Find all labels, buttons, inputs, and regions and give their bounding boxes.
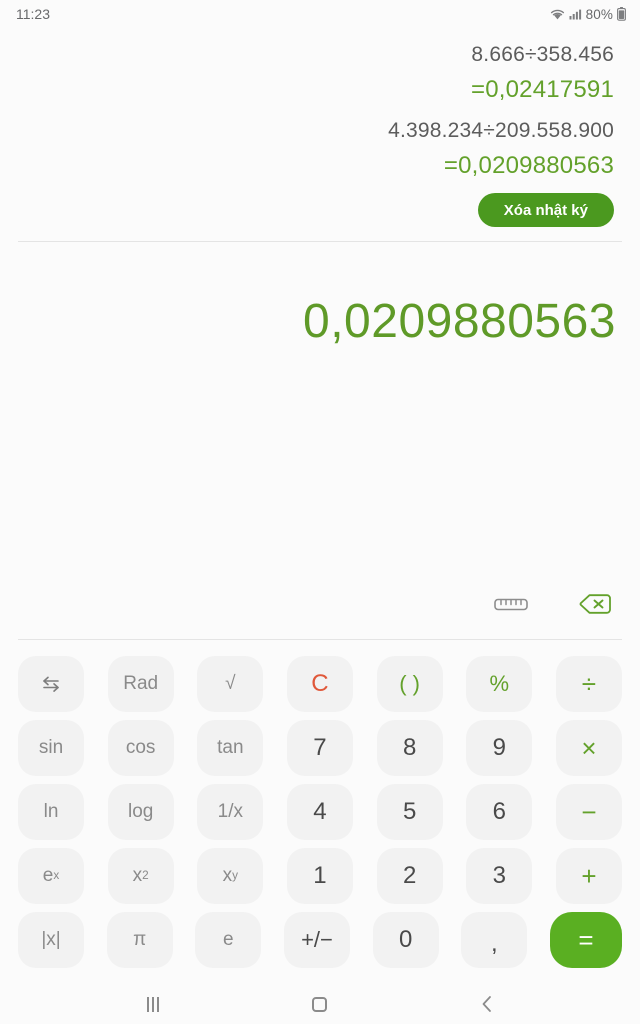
backspace-icon (579, 594, 611, 614)
six-key[interactable]: 6 (466, 784, 533, 840)
sqrt-key[interactable]: √ (197, 656, 264, 712)
decimal-comma-key[interactable]: , (461, 912, 528, 968)
history-entry[interactable]: 4.398.234÷209.558.900 =0,0209880563 (26, 114, 614, 184)
keypad-row: ln log 1/x 4 5 6 − (18, 784, 622, 840)
history-entry[interactable]: 8.666÷358.456 =0,02417591 (26, 38, 614, 108)
history-expression: 8.666÷358.456 (471, 43, 614, 66)
back-button[interactable] (463, 988, 511, 1020)
power-key[interactable]: xy (197, 848, 264, 904)
android-navigation-bar (0, 984, 640, 1024)
history-panel[interactable]: 8.666÷358.456 =0,02417591 4.398.234÷209.… (0, 28, 640, 227)
multiply-key[interactable]: × (555, 720, 622, 776)
result-display[interactable]: 0,0209880563 (24, 294, 616, 350)
tan-key[interactable]: tan (197, 720, 264, 776)
display-area: 0,0209880563 (0, 242, 640, 639)
back-icon (482, 996, 491, 1012)
history-result: =0,0209880563 (443, 152, 614, 179)
status-bar: 11:23 80% (0, 0, 640, 28)
square-base: x (132, 865, 143, 886)
clear-history-row: Xóa nhật ký (26, 193, 614, 227)
clear-history-button[interactable]: Xóa nhật ký (477, 193, 614, 227)
euler-key[interactable]: e (195, 912, 262, 968)
percent-key[interactable]: % (466, 656, 533, 712)
exp-key[interactable]: ex (18, 848, 84, 904)
power-base: x (222, 865, 233, 886)
rad-key[interactable]: Rad (107, 656, 174, 712)
cellular-signal-icon (569, 9, 581, 20)
clear-key[interactable]: C (286, 656, 353, 712)
three-key[interactable]: 3 (466, 848, 533, 904)
one-key[interactable]: 1 (286, 848, 353, 904)
seven-key[interactable]: 7 (286, 720, 353, 776)
history-expression: 4.398.234÷209.558.900 (388, 119, 614, 142)
four-key[interactable]: 4 (286, 784, 353, 840)
battery-icon (617, 7, 626, 21)
display-tools (488, 587, 618, 621)
nine-key[interactable]: 9 (466, 720, 533, 776)
square-key[interactable]: x2 (107, 848, 174, 904)
keypad-row: Rad √ C ( ) % ÷ (18, 656, 622, 712)
log-key[interactable]: log (107, 784, 174, 840)
swap-icon-key[interactable] (18, 656, 84, 712)
five-key[interactable]: 5 (376, 784, 443, 840)
keypad-row: |x| π e +/− 0 , = (18, 912, 622, 968)
wifi-icon (550, 9, 564, 19)
swap-arrows-icon (43, 676, 59, 692)
eight-key[interactable]: 8 (376, 720, 443, 776)
history-result: =0,02417591 (470, 76, 614, 103)
status-indicators: 80% (550, 7, 626, 22)
keypad: Rad √ C ( ) % ÷ sin cos tan 7 8 9 × ln l… (0, 640, 640, 984)
cos-key[interactable]: cos (107, 720, 174, 776)
ruler-icon (494, 598, 528, 610)
backspace-button[interactable] (572, 587, 618, 621)
zero-key[interactable]: 0 (372, 912, 439, 968)
recents-icon (147, 996, 160, 1012)
calculator-app-screen: 11:23 80% 8.666÷358.456 =0,02417591 4.39… (0, 0, 640, 1024)
divide-key[interactable]: ÷ (555, 656, 622, 712)
absolute-key[interactable]: |x| (18, 912, 84, 968)
plus-key[interactable]: + (555, 848, 622, 904)
unit-converter-button[interactable] (488, 587, 534, 621)
battery-percent-label: 80% (585, 6, 613, 22)
exp-base: e (42, 865, 54, 886)
keypad-row: ex x2 xy 1 2 3 + (18, 848, 622, 904)
home-icon (312, 996, 328, 1012)
reciprocal-key[interactable]: 1/x (197, 784, 264, 840)
sin-key[interactable]: sin (18, 720, 84, 776)
parentheses-key[interactable]: ( ) (376, 656, 443, 712)
equals-key[interactable]: = (549, 912, 622, 968)
recents-button[interactable] (129, 988, 177, 1020)
home-button[interactable] (296, 988, 344, 1020)
two-key[interactable]: 2 (376, 848, 443, 904)
ln-key[interactable]: ln (18, 784, 84, 840)
status-time: 11:23 (16, 6, 50, 22)
keypad-row: sin cos tan 7 8 9 × (18, 720, 622, 776)
sign-toggle-key[interactable]: +/− (283, 912, 350, 968)
minus-key[interactable]: − (555, 784, 622, 840)
pi-key[interactable]: π (106, 912, 173, 968)
